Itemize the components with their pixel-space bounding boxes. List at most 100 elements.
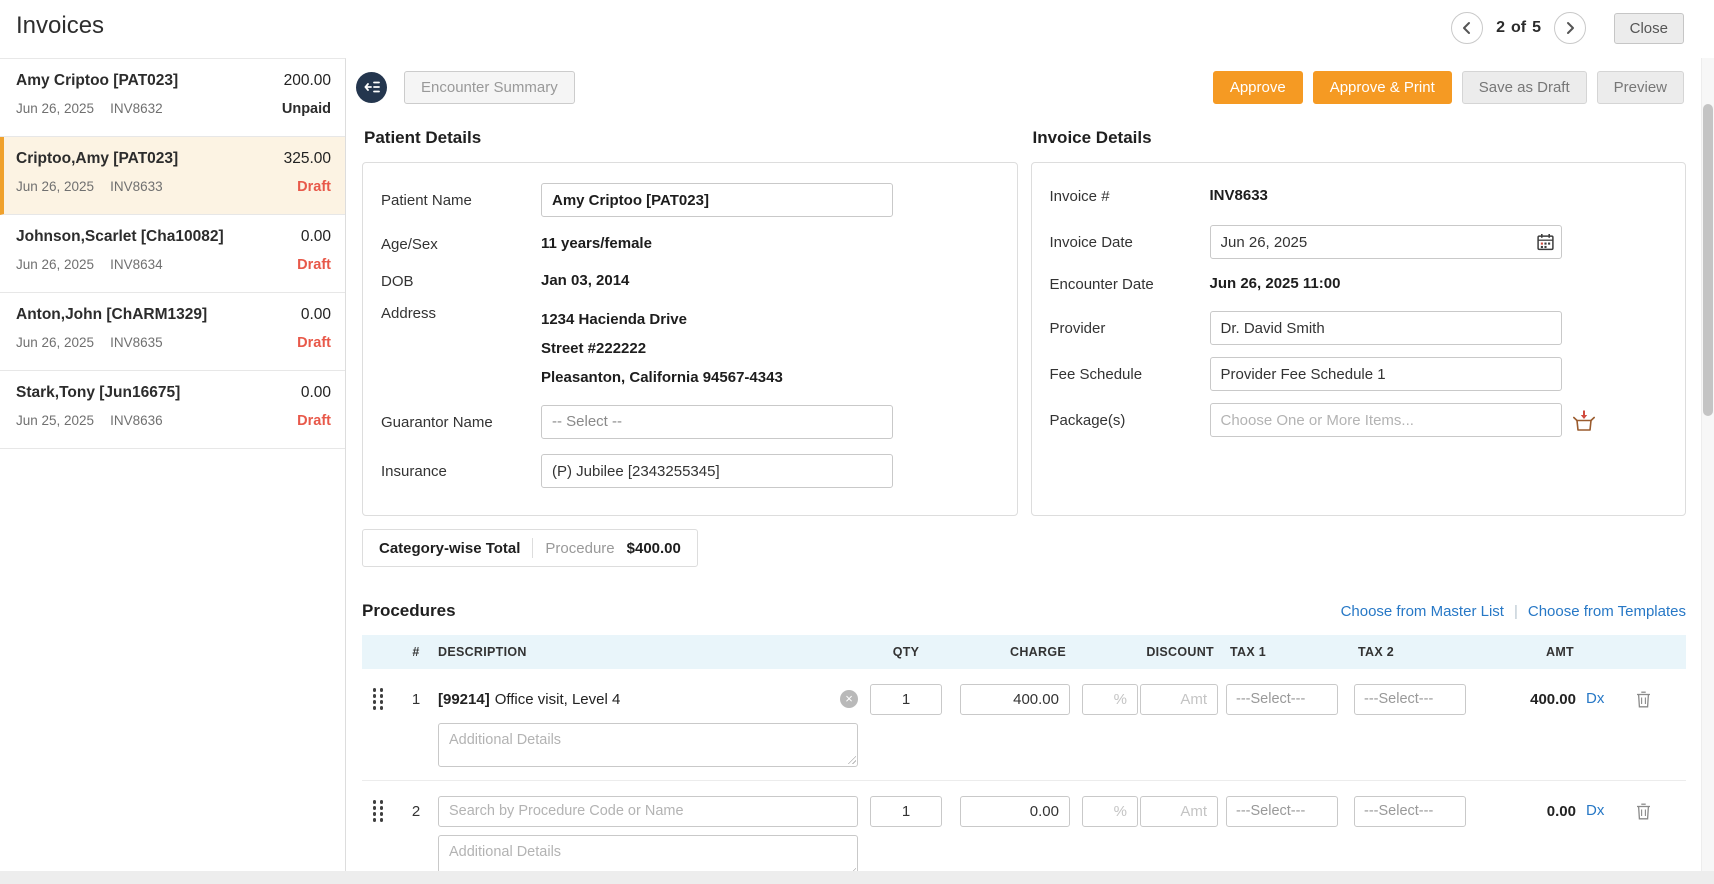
invoice-amount: 325.00 — [283, 150, 331, 167]
invoice-number-value: INV8633 — [1209, 187, 1268, 204]
row-amount: 400.00 — [1530, 690, 1576, 708]
pagination-of: of — [1510, 19, 1527, 36]
collapse-sidebar-icon — [364, 81, 380, 93]
invoice-number: INV8633 — [110, 179, 163, 194]
patient-name-label: Patient Name — [381, 191, 472, 209]
patient-details-section: Patient Details Patient Name Age/Sex 11 … — [362, 122, 1018, 516]
guarantor-label: Guarantor Name — [381, 413, 493, 431]
additional-details-textarea[interactable] — [438, 723, 858, 767]
invoice-list-sidebar: Amy Criptoo [PAT023] 200.00 Jun 26, 2025… — [0, 58, 346, 884]
prev-page-button[interactable] — [1451, 12, 1484, 44]
collapse-sidebar-button[interactable] — [356, 71, 387, 103]
procedure-row: 2 × — [362, 781, 1686, 871]
col-discount: DISCOUNT — [1146, 645, 1214, 659]
package-icon[interactable] — [1572, 409, 1596, 432]
fee-schedule-input[interactable] — [1209, 357, 1562, 391]
category-total-label: Category-wise Total — [379, 539, 521, 557]
invoice-number: INV8632 — [110, 101, 163, 116]
invoice-date: Jun 25, 2025 — [16, 413, 95, 428]
charge-input[interactable] — [960, 795, 1070, 827]
tax2-select[interactable]: ---Select--- — [1354, 683, 1466, 715]
invoice-editor: Encounter Summary Approve Approve & Prin… — [346, 58, 1714, 884]
category-total-bar: Category-wise Total Procedure $400.00 — [362, 529, 698, 567]
age-sex-label: Age/Sex — [381, 235, 438, 253]
discount-percent-input[interactable] — [1082, 683, 1138, 715]
encounter-summary-button[interactable]: Encounter Summary — [404, 70, 575, 104]
procedures-title: Procedures — [362, 601, 456, 620]
drag-handle-icon[interactable] — [372, 688, 384, 710]
invoice-number-label: Invoice # — [1049, 187, 1110, 205]
procedure-row: 1 [99214] Office visit, Level 4 × 1 400.… — [362, 669, 1686, 781]
scrollbar-thumb[interactable] — [1703, 104, 1713, 416]
col-tax1: TAX 1 — [1230, 645, 1266, 659]
delete-row-button[interactable] — [1634, 689, 1653, 710]
procedures-table: # DESCRIPTION QTY CHARGE DISCOUNT TAX 1 … — [362, 635, 1686, 871]
provider-input[interactable] — [1209, 311, 1562, 345]
invoice-amount: 0.00 — [300, 306, 331, 323]
charge-input[interactable] — [960, 683, 1070, 715]
category-amount: $400.00 — [626, 539, 681, 557]
patient-name: Anton,John [ChARM1329] — [16, 306, 208, 323]
discount-amount-input[interactable] — [1140, 795, 1218, 827]
invoice-date-label: Invoice Date — [1049, 233, 1133, 251]
insurance-input[interactable] — [541, 454, 893, 488]
invoice-form: Patient Details Patient Name Age/Sex 11 … — [362, 122, 1686, 871]
status-badge: Draft — [297, 179, 331, 195]
patient-name-input[interactable] — [541, 183, 893, 217]
invoice-amount: 200.00 — [283, 72, 331, 89]
choose-from-master-list-link[interactable]: Choose from Master List — [1341, 603, 1504, 620]
patient-name: Amy Criptoo [PAT023] — [16, 72, 179, 89]
tax1-select[interactable]: ---Select--- — [1226, 683, 1338, 715]
drag-handle-icon[interactable] — [372, 800, 384, 822]
trash-icon — [1637, 691, 1650, 707]
invoice-list-item[interactable]: Stark,Tony [Jun16675] 0.00 Jun 25, 2025 … — [0, 371, 345, 449]
col-tax2: TAX 2 — [1358, 645, 1394, 659]
dob-value: Jan 03, 2014 — [541, 272, 630, 289]
fee-schedule-label: Fee Schedule — [1049, 365, 1143, 383]
provider-label: Provider — [1049, 319, 1106, 337]
close-button[interactable]: Close — [1613, 13, 1684, 44]
insurance-label: Insurance — [381, 462, 447, 480]
page-bottom-edge — [0, 871, 1714, 884]
procedure-row-number: 2 — [411, 802, 421, 820]
row-amount: 0.00 — [1546, 802, 1576, 820]
dx-link[interactable]: Dx — [1586, 690, 1604, 707]
additional-details-textarea[interactable] — [438, 835, 858, 871]
delete-row-button[interactable] — [1634, 801, 1653, 822]
approve-and-print-button[interactable]: Approve & Print — [1312, 70, 1452, 104]
discount-percent-input[interactable] — [1082, 795, 1138, 827]
invoice-details-section: Invoice Details Invoice # INV8633 Invoic… — [1030, 122, 1686, 516]
procedure-search-input[interactable] — [438, 795, 858, 827]
invoice-list-item[interactable]: Anton,John [ChARM1329] 0.00 Jun 26, 2025… — [0, 293, 345, 371]
guarantor-select[interactable]: -- Select -- — [541, 405, 893, 439]
patient-details-title: Patient Details — [364, 128, 482, 147]
next-page-button[interactable] — [1554, 12, 1586, 44]
save-as-draft-button[interactable]: Save as Draft — [1461, 70, 1587, 104]
vertical-scrollbar[interactable] — [1701, 58, 1714, 871]
invoice-date-input[interactable] — [1209, 225, 1562, 259]
invoice-date: Jun 26, 2025 — [16, 101, 95, 116]
dob-label: DOB — [381, 272, 414, 290]
status-badge: Draft — [297, 335, 331, 351]
patient-name: Stark,Tony [Jun16675] — [16, 384, 181, 401]
dx-link[interactable]: Dx — [1586, 802, 1604, 819]
discount-amount-input[interactable] — [1140, 683, 1218, 715]
preview-button[interactable]: Preview — [1596, 70, 1684, 104]
packages-label: Package(s) — [1049, 411, 1126, 429]
packages-input[interactable] — [1209, 403, 1562, 437]
qty-input[interactable] — [870, 683, 942, 715]
category-name: Procedure — [545, 539, 615, 557]
invoice-list-item[interactable]: Johnson,Scarlet [Cha10082] 0.00 Jun 26, … — [0, 215, 345, 293]
procedure-row-number: 1 — [411, 690, 421, 708]
remove-procedure-icon[interactable]: × — [840, 690, 858, 708]
status-badge: Draft — [297, 413, 331, 429]
qty-input[interactable] — [870, 795, 942, 827]
invoice-list-item[interactable]: Amy Criptoo [PAT023] 200.00 Jun 26, 2025… — [0, 59, 345, 137]
invoice-list-item[interactable]: Criptoo,Amy [PAT023] 325.00 Jun 26, 2025… — [0, 137, 345, 215]
col-description: DESCRIPTION — [438, 645, 527, 659]
tax1-select[interactable]: ---Select--- — [1226, 795, 1338, 827]
tax2-select[interactable]: ---Select--- — [1354, 795, 1466, 827]
choose-from-templates-link[interactable]: Choose from Templates — [1528, 603, 1686, 620]
approve-button[interactable]: Approve — [1212, 70, 1303, 104]
calendar-icon[interactable] — [1536, 233, 1554, 256]
